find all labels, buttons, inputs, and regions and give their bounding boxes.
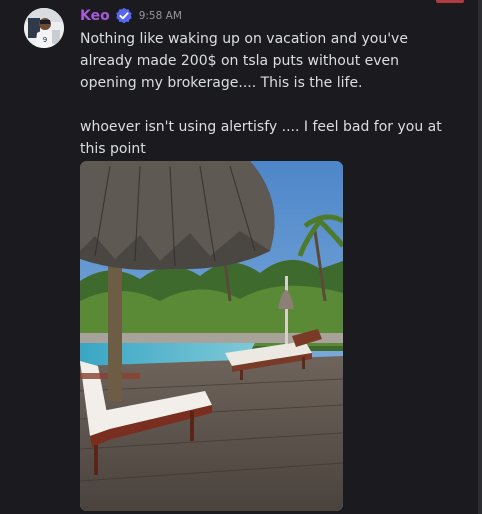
avatar-image: 9 xyxy=(24,8,64,48)
scrollbar-track[interactable] xyxy=(478,0,482,514)
message-timestamp[interactable]: 9:58 AM xyxy=(139,6,182,26)
chat-message: 9 Keo 9:58 AM Nothing like waking up on … xyxy=(0,0,482,514)
vacation-photo xyxy=(80,161,343,511)
message-paragraph: whoever isn't using alertisfy .... I fee… xyxy=(80,119,447,157)
message-paragraph: Nothing like waking up on vacation and y… xyxy=(80,31,413,91)
image-attachment[interactable] xyxy=(80,161,343,511)
message-header: Keo 9:58 AM xyxy=(80,6,182,26)
avatar[interactable]: 9 xyxy=(24,8,64,48)
new-messages-indicator xyxy=(436,0,464,3)
username[interactable]: Keo xyxy=(80,6,110,26)
message-content: Nothing like waking up on vacation and y… xyxy=(80,28,460,160)
svg-text:9: 9 xyxy=(43,36,47,44)
verified-check-icon xyxy=(115,7,133,25)
